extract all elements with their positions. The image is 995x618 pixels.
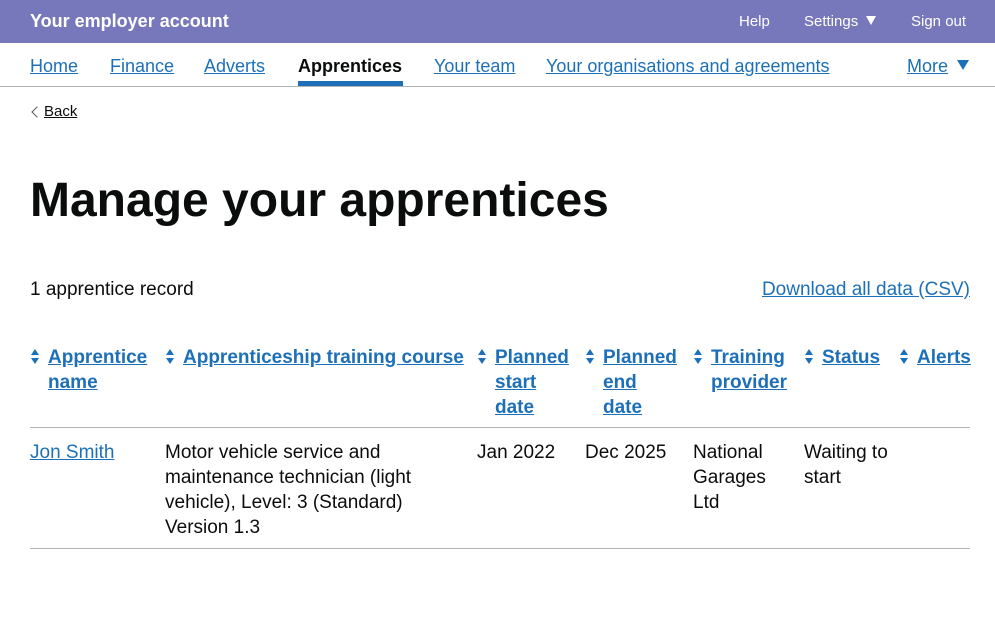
- planned-start-cell: Jan 2022: [477, 442, 556, 463]
- sort-icon: [900, 349, 908, 364]
- nav-more-button[interactable]: More: [907, 55, 970, 77]
- nav-your-team[interactable]: Your team: [434, 55, 515, 77]
- nav-more-label: More: [907, 56, 949, 76]
- sort-icon: [805, 349, 813, 364]
- top-header-bar: Your employer account Help Settings Sign…: [0, 0, 995, 43]
- sort-icon: [31, 349, 39, 364]
- planned-end-cell: Dec 2025: [585, 442, 667, 463]
- nav-apprentices[interactable]: Apprentices: [298, 55, 402, 77]
- apprentice-name-link[interactable]: Jon Smith: [30, 440, 155, 465]
- status-cell: Waiting to start: [804, 442, 888, 488]
- training-course-cell: Motor vehicle service and maintenance te…: [165, 442, 412, 538]
- column-label: Planned start date: [495, 347, 569, 418]
- app-title[interactable]: Your employer account: [30, 10, 229, 32]
- column-label: Planned end date: [603, 347, 677, 418]
- download-csv-link[interactable]: Download all data (CSV): [762, 279, 970, 301]
- table-row-divider: [30, 548, 970, 549]
- column-label: Training provider: [711, 347, 788, 393]
- column-label: Apprenticeship training course: [183, 347, 464, 368]
- table-header-divider: [30, 427, 970, 428]
- column-label: Alerts: [917, 347, 971, 368]
- chevron-left-icon: [31, 106, 43, 118]
- nav-finance[interactable]: Finance: [110, 55, 174, 77]
- page-title: Manage your apprentices: [30, 174, 609, 227]
- column-label: Apprentice name: [48, 347, 148, 393]
- sort-icon: [586, 349, 594, 364]
- column-label: Status: [822, 347, 881, 368]
- sort-icon: [166, 349, 174, 364]
- nav-organisations-agreements[interactable]: Your organisations and agreements: [546, 55, 830, 77]
- help-link[interactable]: Help: [739, 12, 770, 32]
- settings-label: Settings: [804, 13, 859, 30]
- record-count: 1 apprentice record: [30, 279, 194, 300]
- nav-adverts[interactable]: Adverts: [204, 55, 265, 77]
- back-label: Back: [44, 103, 78, 120]
- caret-down-icon: [866, 16, 877, 25]
- sort-icon: [478, 349, 486, 364]
- nav-home[interactable]: Home: [30, 55, 78, 77]
- training-provider-cell: National Garages Ltd: [693, 442, 766, 513]
- caret-down-icon: [957, 60, 970, 70]
- sign-out-link[interactable]: Sign out: [911, 12, 966, 32]
- sort-icon: [694, 349, 702, 364]
- settings-menu[interactable]: Settings: [804, 12, 877, 32]
- active-tab-indicator: [298, 81, 403, 86]
- primary-nav: Home Finance Adverts Apprentices Your te…: [0, 43, 995, 87]
